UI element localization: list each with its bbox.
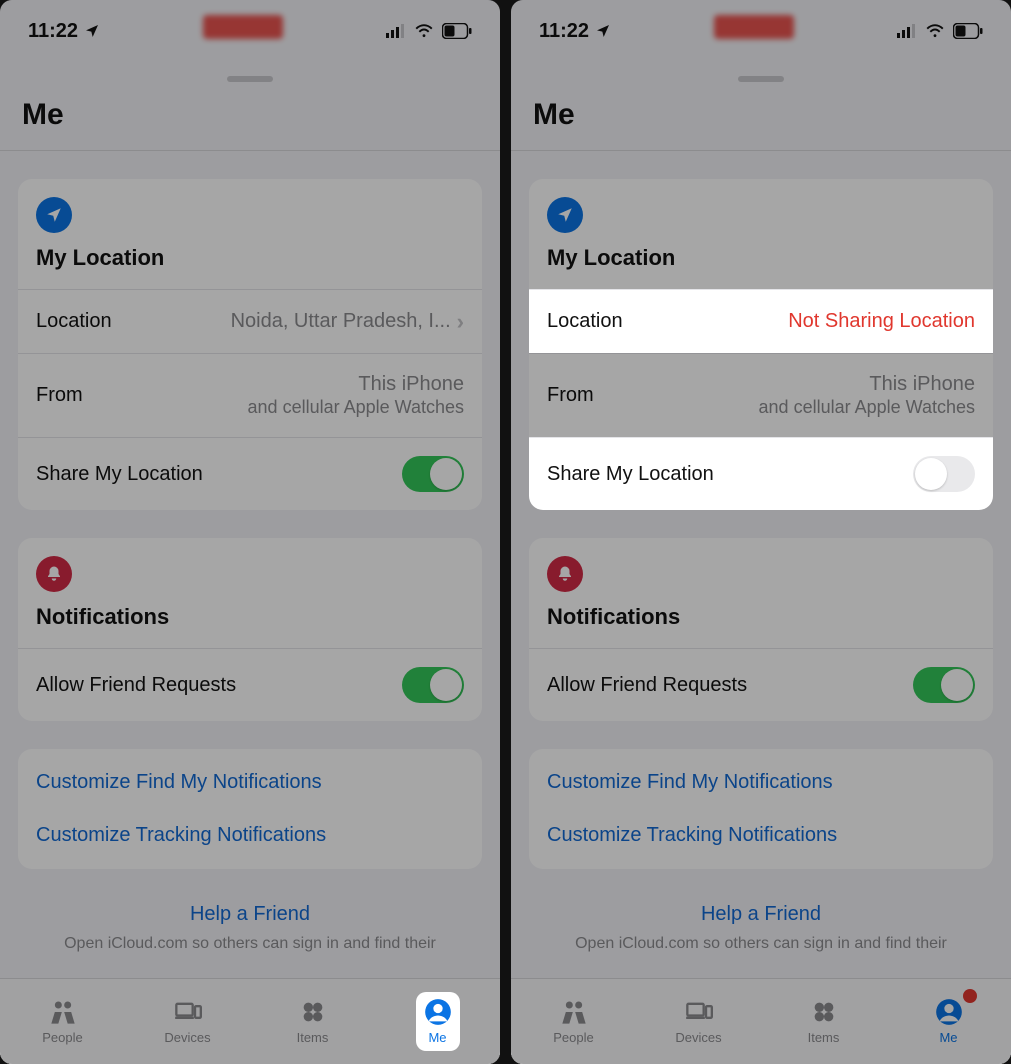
bell-icon	[36, 556, 72, 592]
me-sheet: Me My Location Location Not Sharing Loca…	[511, 66, 1011, 1064]
chevron-right-icon: ›	[457, 309, 464, 335]
from-value: This iPhone	[358, 372, 464, 396]
me-sheet: Me My Location Location Noida, Uttar Pra…	[0, 66, 500, 1064]
grabber[interactable]	[227, 76, 273, 82]
people-icon	[49, 998, 77, 1026]
allow-friend-requests-row: Allow Friend Requests	[529, 648, 993, 721]
location-arrow-icon	[84, 23, 100, 39]
battery-icon	[953, 23, 983, 39]
my-location-card: My Location Location Noida, Uttar Prades…	[18, 179, 482, 510]
notifications-header: Notifications	[36, 604, 464, 640]
redacted-region	[203, 15, 283, 39]
location-row[interactable]: Location Noida, Uttar Pradesh, I... ›	[18, 289, 482, 353]
my-location-header: My Location	[547, 245, 975, 281]
person-icon	[424, 998, 452, 1026]
share-my-location-row: Share My Location	[529, 437, 993, 510]
person-icon	[935, 998, 963, 1026]
location-arrow-icon	[595, 23, 611, 39]
tab-devices[interactable]: Devices	[636, 979, 761, 1064]
location-value: Not Sharing Location	[788, 310, 975, 333]
tab-bar: People Devices Items Me	[0, 978, 500, 1064]
share-my-location-row: Share My Location	[18, 437, 482, 510]
from-value: This iPhone	[869, 372, 975, 396]
items-icon	[810, 998, 838, 1026]
wifi-icon	[925, 24, 945, 38]
screenshot-right: 11:22 Me	[511, 0, 1011, 1064]
help-a-friend-link[interactable]: Help a Friend	[190, 903, 310, 925]
help-a-friend-link[interactable]: Help a Friend	[701, 903, 821, 925]
redacted-region	[714, 15, 794, 39]
cellular-icon	[897, 24, 917, 38]
notification-links-card: Customize Find My Notifications Customiz…	[18, 749, 482, 869]
customize-tracking-link[interactable]: Customize Tracking Notifications	[18, 812, 482, 865]
allow-friend-requests-toggle[interactable]	[402, 667, 464, 703]
bell-icon	[547, 556, 583, 592]
page-title: Me	[0, 90, 500, 150]
allow-friend-requests-row: Allow Friend Requests	[18, 648, 482, 721]
tab-bar: People Devices Items Me	[511, 978, 1011, 1064]
notifications-header: Notifications	[547, 604, 975, 640]
tab-items[interactable]: Items	[761, 979, 886, 1064]
tab-people[interactable]: People	[511, 979, 636, 1064]
customize-findmy-link[interactable]: Customize Find My Notifications	[529, 753, 993, 812]
help-description: Open iCloud.com so others can sign in an…	[18, 934, 482, 955]
location-row[interactable]: Location Not Sharing Location	[529, 289, 993, 353]
devices-icon	[174, 998, 202, 1026]
allow-friend-requests-toggle[interactable]	[913, 667, 975, 703]
share-my-location-toggle[interactable]	[402, 456, 464, 492]
wifi-icon	[414, 24, 434, 38]
tab-me[interactable]: Me	[375, 979, 500, 1064]
share-my-location-toggle[interactable]	[913, 456, 975, 492]
notifications-card: Notifications Allow Friend Requests	[18, 538, 482, 721]
status-time: 11:22	[28, 20, 78, 43]
tab-items[interactable]: Items	[250, 979, 375, 1064]
my-location-card: My Location Location Not Sharing Locatio…	[529, 179, 993, 510]
customize-findmy-link[interactable]: Customize Find My Notifications	[18, 753, 482, 812]
page-title: Me	[511, 90, 1011, 150]
from-subvalue: and cellular Apple Watches	[759, 396, 975, 419]
status-bar: 11:22	[511, 0, 1011, 62]
location-arrow-icon	[547, 197, 583, 233]
tab-people[interactable]: People	[0, 979, 125, 1064]
customize-tracking-link[interactable]: Customize Tracking Notifications	[529, 812, 993, 865]
from-subvalue: and cellular Apple Watches	[248, 396, 464, 419]
location-value: Noida, Uttar Pradesh, I...	[231, 310, 451, 333]
location-arrow-icon	[36, 197, 72, 233]
notifications-card: Notifications Allow Friend Requests	[529, 538, 993, 721]
devices-icon	[685, 998, 713, 1026]
my-location-header: My Location	[36, 245, 464, 281]
from-row[interactable]: From This iPhone and cellular Apple Watc…	[529, 353, 993, 437]
help-description: Open iCloud.com so others can sign in an…	[529, 934, 993, 955]
grabber[interactable]	[738, 76, 784, 82]
battery-icon	[442, 23, 472, 39]
status-time: 11:22	[539, 20, 589, 43]
cellular-icon	[386, 24, 406, 38]
tab-me[interactable]: Me	[886, 979, 1011, 1064]
notification-badge	[963, 989, 977, 1003]
notification-links-card: Customize Find My Notifications Customiz…	[529, 749, 993, 869]
people-icon	[560, 998, 588, 1026]
tab-devices[interactable]: Devices	[125, 979, 250, 1064]
screenshot-left: 11:22 Me	[0, 0, 500, 1064]
status-bar: 11:22	[0, 0, 500, 62]
items-icon	[299, 998, 327, 1026]
from-row[interactable]: From This iPhone and cellular Apple Watc…	[18, 353, 482, 437]
